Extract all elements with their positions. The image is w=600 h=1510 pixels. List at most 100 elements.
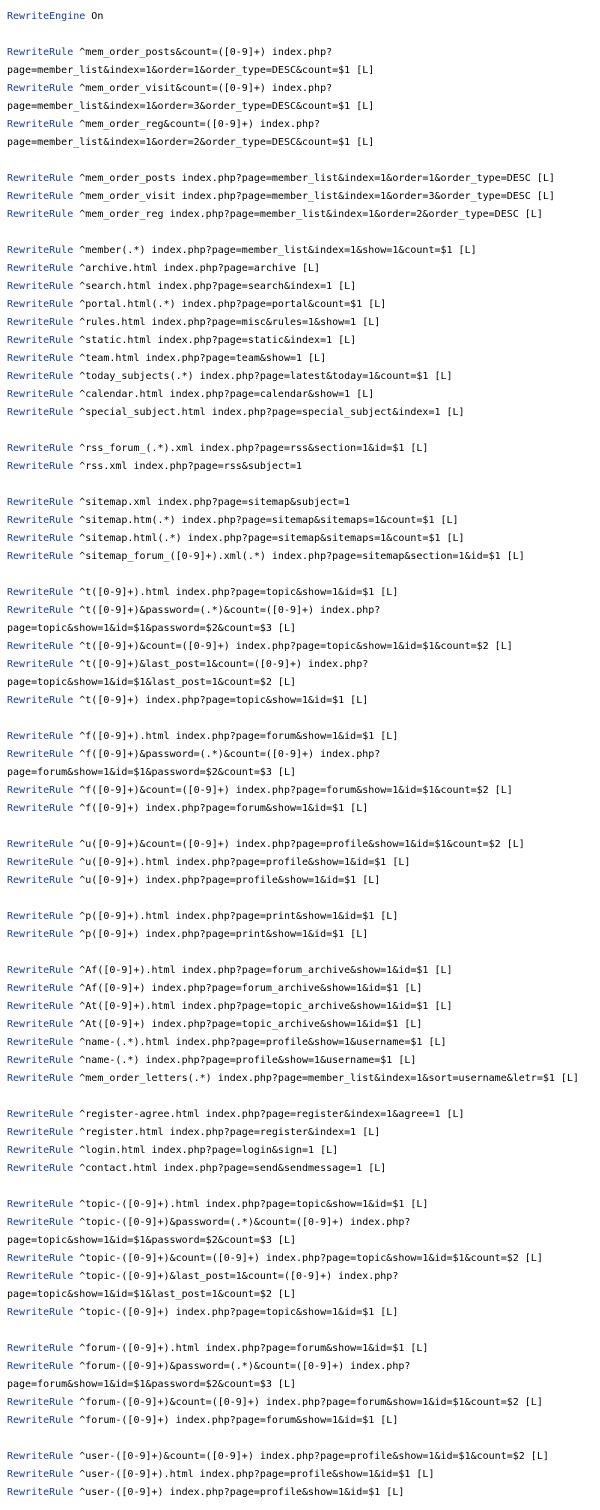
directive-arguments: ^Af([0-9]+) index.php?page=forum_archive…: [73, 983, 423, 994]
directive-keyword: RewriteRule: [7, 299, 74, 310]
code-line: RewriteRule ^contact.html index.php?page…: [7, 1160, 600, 1178]
code-line: RewriteRule ^user-([0-9]+)&count=([0-9]+…: [7, 1448, 600, 1466]
code-line: RewriteRule ^topic-([0-9]+)&last_post=1&…: [7, 1268, 600, 1286]
directive-keyword: RewriteRule: [7, 1271, 74, 1282]
code-line: RewriteRule ^t([0-9]+)&last_post=1&count…: [7, 656, 600, 674]
directive-arguments: ^mem_order_reg index.php?page=member_lis…: [73, 209, 543, 220]
directive-arguments: ^f([0-9]+)&password=(.*)&count=([0-9]+) …: [73, 749, 381, 760]
directive-arguments: ^user-([0-9]+) index.php?page=profile&sh…: [73, 1487, 405, 1498]
code-line: RewriteRule ^name-(.*).html index.php?pa…: [7, 1034, 600, 1052]
code-line: RewriteRule ^topic-([0-9]+) index.php?pa…: [7, 1304, 600, 1322]
directive-arguments: ^sitemap.xml index.php?page=sitemap&subj…: [73, 497, 351, 508]
directive-keyword: RewriteRule: [7, 497, 74, 508]
directive-arguments: ^calendar.html index.php?page=calendar&s…: [73, 389, 375, 400]
code-line: RewriteRule ^forum-([0-9]+).html index.p…: [7, 1340, 600, 1358]
directive-keyword: RewriteRule: [7, 551, 74, 562]
code-line: RewriteRule ^t([0-9]+)&count=([0-9]+) in…: [7, 638, 600, 656]
directive-arguments: ^topic-([0-9]+).html index.php?page=topi…: [73, 1199, 429, 1210]
directive-keyword: RewriteRule: [7, 1055, 74, 1066]
directive-keyword: RewriteRule: [7, 1487, 74, 1498]
directive-arguments: ^sitemap.html(.*) index.php?page=sitemap…: [73, 533, 465, 544]
directive-arguments: ^topic-([0-9]+)&last_post=1&count=([0-9]…: [73, 1271, 399, 1282]
code-line: RewriteRule ^search.html index.php?page=…: [7, 278, 600, 296]
directive-keyword: RewriteRule: [7, 173, 74, 184]
directive-arguments: ^member(.*) index.php?page=member_list&i…: [73, 245, 477, 256]
directive-arguments: ^forum-([0-9]+)&password=(.*)&count=([0-…: [73, 1361, 411, 1372]
code-line: RewriteRule ^mem_order_visit&count=([0-9…: [7, 80, 600, 98]
directive-arguments: ^f([0-9]+) index.php?page=forum&show=1&i…: [73, 803, 369, 814]
code-line: page=topic&show=1&id=$1&last_post=1&coun…: [7, 674, 600, 692]
directive-keyword: RewriteRule: [7, 1109, 74, 1120]
directive-arguments: ^f([0-9]+)&count=([0-9]+) index.php?page…: [73, 785, 513, 796]
directive-arguments: ^sitemap_forum_([0-9]+).xml(.*) index.ph…: [73, 551, 525, 562]
directive-keyword: RewriteRule: [7, 461, 74, 472]
code-line: page=topic&show=1&id=$1&password=$2&coun…: [7, 620, 600, 638]
code-line: RewriteRule ^forum-([0-9]+)&count=([0-9]…: [7, 1394, 600, 1412]
directive-keyword: RewriteRule: [7, 749, 74, 760]
code-line: RewriteRule ^name-(.*) index.php?page=pr…: [7, 1052, 600, 1070]
directive-keyword: RewriteRule: [7, 1037, 74, 1048]
directive-keyword: RewriteRule: [7, 1415, 74, 1426]
code-line: page=member_list&index=1&order=3&order_t…: [7, 98, 600, 116]
directive-arguments: ^mem_order_posts index.php?page=member_l…: [73, 173, 555, 184]
code-line: RewriteRule ^sitemap.xml index.php?page=…: [7, 494, 600, 512]
directive-arguments: ^special_subject.html index.php?page=spe…: [73, 407, 465, 418]
directive-keyword: RewriteRule: [7, 1361, 74, 1372]
directive-arguments: ^t([0-9]+) index.php?page=topic&show=1&i…: [73, 695, 369, 706]
directive-keyword: RewriteRule: [7, 263, 74, 274]
code-line: RewriteRule ^member(.*) index.php?page=m…: [7, 242, 600, 260]
directive-arguments: page=forum&show=1&id=$1&password=$2&coun…: [7, 1379, 296, 1390]
directive-keyword: RewriteRule: [7, 983, 74, 994]
code-line: RewriteRule ^topic-([0-9]+).html index.p…: [7, 1196, 600, 1214]
code-line: RewriteRule ^mem_order_reg index.php?pag…: [7, 206, 600, 224]
directive-arguments: ^rss.xml index.php?page=rss&subject=1: [73, 461, 303, 472]
directive-keyword: RewriteRule: [7, 1217, 74, 1228]
code-line: RewriteRule ^topic-([0-9]+)&password=(.*…: [7, 1214, 600, 1232]
directive-arguments: ^search.html index.php?page=search&index…: [73, 281, 357, 292]
directive-arguments: ^contact.html index.php?page=send&sendme…: [73, 1163, 387, 1174]
directive-arguments: page=topic&show=1&id=$1&password=$2&coun…: [7, 623, 296, 634]
code-line: RewriteRule ^forum-([0-9]+)&password=(.*…: [7, 1358, 600, 1376]
code-line: page=forum&show=1&id=$1&password=$2&coun…: [7, 1376, 600, 1394]
directive-arguments: ^rules.html index.php?page=misc&rules=1&…: [73, 317, 381, 328]
code-line: RewriteRule ^mem_order_posts index.php?p…: [7, 170, 600, 188]
directive-arguments: ^topic-([0-9]+)&password=(.*)&count=([0-…: [73, 1217, 411, 1228]
directive-arguments: ^f([0-9]+).html index.php?page=forum&sho…: [73, 731, 399, 742]
directive-keyword: RewriteEngine: [7, 11, 86, 22]
directive-arguments: ^user-([0-9]+)&count=([0-9]+) index.php?…: [73, 1451, 549, 1462]
code-line: RewriteRule ^special_subject.html index.…: [7, 404, 600, 422]
directive-keyword: RewriteRule: [7, 1145, 74, 1156]
directive-keyword: RewriteRule: [7, 389, 74, 400]
code-line: RewriteRule ^topic-([0-9]+)&count=([0-9]…: [7, 1250, 600, 1268]
directive-keyword: RewriteRule: [7, 1127, 74, 1138]
directive-keyword: RewriteRule: [7, 335, 74, 346]
directive-arguments: ^register-agree.html index.php?page=regi…: [73, 1109, 465, 1120]
directive-arguments: ^At([0-9]+) index.php?page=topic_archive…: [73, 1019, 423, 1030]
code-line: RewriteRule ^static.html index.php?page=…: [7, 332, 600, 350]
directive-keyword: RewriteRule: [7, 929, 74, 940]
code-line: RewriteRule ^At([0-9]+).html index.php?p…: [7, 998, 600, 1016]
directive-keyword: RewriteRule: [7, 1001, 74, 1012]
code-line: RewriteRule ^mem_order_reg&count=([0-9]+…: [7, 116, 600, 134]
directive-keyword: RewriteRule: [7, 1253, 74, 1264]
directive-keyword: RewriteRule: [7, 911, 74, 922]
directive-arguments: ^forum-([0-9]+).html index.php?page=foru…: [73, 1343, 429, 1354]
directive-arguments: ^user-([0-9]+).html index.php?page=profi…: [73, 1469, 435, 1480]
code-line: RewriteRule ^login.html index.php?page=l…: [7, 1142, 600, 1160]
code-line: RewriteRule ^register.html index.php?pag…: [7, 1124, 600, 1142]
directive-arguments: ^name-(.*) index.php?page=profile&show=1…: [73, 1055, 417, 1066]
directive-keyword: RewriteRule: [7, 209, 74, 220]
directive-arguments: ^At([0-9]+).html index.php?page=topic_ar…: [73, 1001, 453, 1012]
code-line: RewriteRule ^Af([0-9]+) index.php?page=f…: [7, 980, 600, 998]
directive-arguments: ^t([0-9]+).html index.php?page=topic&sho…: [73, 587, 399, 598]
directive-arguments: ^register.html index.php?page=register&i…: [73, 1127, 381, 1138]
directive-arguments: ^today_subjects(.*) index.php?page=lates…: [73, 371, 453, 382]
code-line: RewriteRule ^rss_forum_(.*).xml index.ph…: [7, 440, 600, 458]
